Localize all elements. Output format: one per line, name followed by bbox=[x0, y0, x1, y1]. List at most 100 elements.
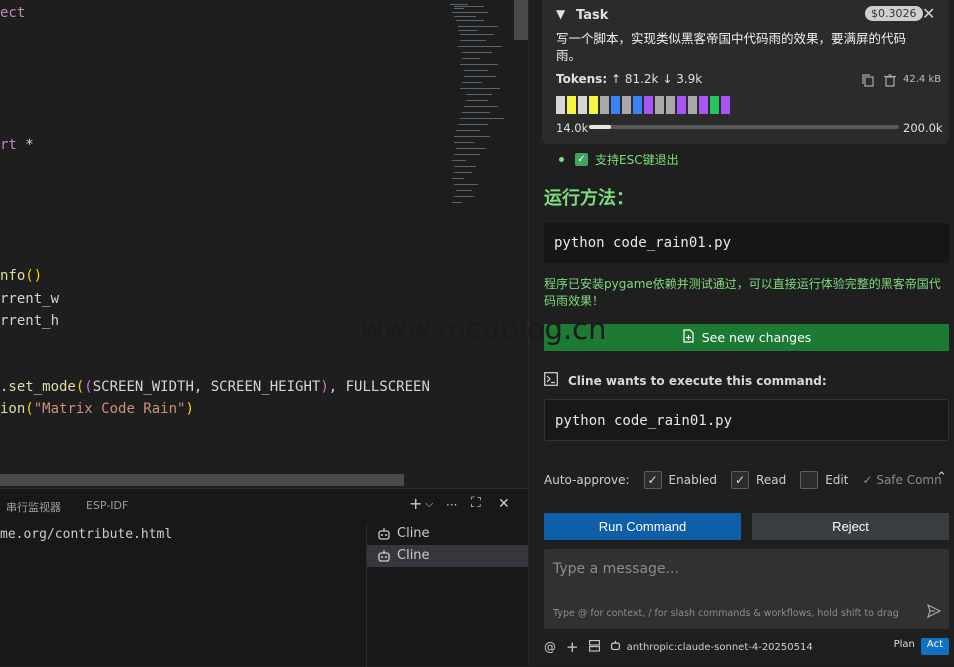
message-input[interactable]: Type a message... Type @ for context, / … bbox=[544, 549, 949, 629]
edit-label: Edit bbox=[825, 473, 849, 487]
minimap-line bbox=[454, 6, 484, 7]
terminal-item-active[interactable]: Cline bbox=[367, 545, 528, 567]
minimap-line bbox=[458, 46, 502, 47]
code-token: ) bbox=[320, 379, 329, 395]
minimap-line bbox=[462, 82, 482, 83]
minimap-line bbox=[464, 76, 496, 77]
context-window-bar bbox=[589, 125, 899, 129]
minimap-line bbox=[454, 184, 478, 185]
server-icon[interactable] bbox=[588, 639, 600, 655]
plan-mode-button[interactable]: Plan bbox=[887, 638, 921, 655]
enabled-label: Enabled bbox=[668, 473, 718, 487]
code-editor[interactable]: ect rt * nfo() rrent_w rrent_h .set_mode((SCR… bbox=[0, 0, 528, 488]
send-icon[interactable] bbox=[926, 603, 942, 622]
message-placeholder: Type a message... bbox=[553, 561, 679, 577]
command-header-text: Cline wants to execute this command: bbox=[568, 373, 827, 388]
code-token: * bbox=[16, 137, 34, 153]
model-robot-icon bbox=[610, 640, 621, 654]
model-selector[interactable]: anthropic:claude-sonnet-4-20250514 bbox=[627, 642, 813, 653]
vertical-scrollbar[interactable] bbox=[514, 0, 528, 40]
act-mode-button[interactable]: Act bbox=[920, 638, 949, 655]
code-block: python code_rain01.py bbox=[544, 223, 949, 263]
horizontal-scrollbar[interactable] bbox=[0, 474, 404, 486]
context-block bbox=[578, 96, 587, 114]
diff-icon bbox=[682, 329, 696, 346]
minimap-line bbox=[460, 88, 500, 89]
chevron-up-icon[interactable]: ⌃ bbox=[936, 470, 947, 485]
tokens-label: Tokens: bbox=[556, 72, 608, 86]
context-window-fill bbox=[589, 125, 611, 129]
code-token: SCREEN_WIDTH, SCREEN_HEIGHT bbox=[92, 379, 321, 395]
code-token: ( bbox=[25, 401, 34, 417]
more-icon[interactable]: ··· bbox=[446, 498, 457, 512]
terminal-label: Cline bbox=[397, 526, 430, 541]
chevron-down-icon[interactable]: ⌵ bbox=[425, 497, 433, 511]
minimap-line bbox=[454, 154, 480, 155]
at-mention-icon[interactable]: @ bbox=[544, 640, 556, 654]
close-icon[interactable]: ✕ bbox=[498, 496, 510, 512]
add-terminal-icon[interactable]: + bbox=[409, 494, 422, 513]
maximize-icon[interactable]: ⛶ bbox=[471, 495, 481, 511]
minimap-line bbox=[460, 118, 504, 119]
context-block bbox=[611, 96, 620, 114]
terminal-item[interactable]: Cline bbox=[367, 523, 528, 545]
close-icon[interactable]: ✕ bbox=[922, 4, 935, 23]
context-block bbox=[677, 96, 686, 114]
code-token: ( bbox=[84, 379, 93, 395]
tokens-in: ↑ 81.2k bbox=[610, 72, 659, 86]
terminal-output: me.org/contribute.html bbox=[0, 527, 173, 542]
minimap-line bbox=[460, 34, 494, 35]
context-block bbox=[633, 96, 642, 114]
chevron-down-icon[interactable]: ▼ bbox=[556, 7, 565, 21]
run-heading: 运行方法： bbox=[544, 188, 634, 209]
code-token: rrent_w bbox=[0, 291, 60, 307]
trash-icon[interactable] bbox=[884, 72, 896, 91]
code-token: rrent_h bbox=[0, 313, 60, 329]
message-hint: Type @ for context, / for slash commands… bbox=[553, 608, 898, 619]
code-token: ect bbox=[0, 5, 26, 21]
reject-button[interactable]: Reject bbox=[752, 513, 949, 540]
bullet bbox=[559, 157, 564, 162]
watermark: www.mcublog.cn bbox=[360, 312, 607, 346]
code-line: ion("Matrix Code Rain") bbox=[0, 399, 194, 419]
context-block bbox=[710, 96, 719, 114]
minimap-line bbox=[454, 166, 476, 167]
minimap-line bbox=[452, 202, 462, 203]
minimap-line bbox=[456, 20, 484, 21]
tab-serial-monitor[interactable]: 串行监视器 bbox=[6, 499, 61, 515]
copy-icon[interactable] bbox=[862, 72, 874, 91]
minimap-line bbox=[454, 142, 474, 143]
code-line: rt * bbox=[0, 135, 34, 155]
minimap-line bbox=[454, 8, 464, 9]
code-line: rrent_w bbox=[0, 289, 59, 309]
task-title: Task bbox=[576, 8, 609, 23]
success-text: 程序已安装pygame依赖并测试通过，可以直接运行体验完整的黑客帝国代码雨效果！ bbox=[544, 277, 941, 308]
minimap-line bbox=[452, 160, 466, 161]
task-size: 42.4 kB bbox=[903, 74, 942, 85]
minimap-line bbox=[450, 4, 468, 5]
minimap-line bbox=[464, 106, 498, 107]
minimap-line bbox=[458, 124, 488, 125]
context-block bbox=[556, 96, 565, 114]
read-checkbox[interactable]: ✓ bbox=[731, 471, 750, 489]
terminal-label: Cline bbox=[397, 548, 430, 563]
context-block bbox=[589, 96, 598, 114]
enabled-checkbox[interactable]: ✓ bbox=[643, 471, 662, 489]
minimap-line bbox=[462, 52, 492, 53]
checklist-item: ✓ 支持ESC键退出 bbox=[559, 151, 679, 168]
code-line: .set_mode((SCREEN_WIDTH, SCREEN_HEIGHT),… bbox=[0, 377, 430, 397]
plan-act-toggle[interactable]: Plan Act bbox=[887, 638, 949, 655]
minimap-line bbox=[452, 178, 464, 179]
auto-approve-row[interactable]: Auto-approve: ✓ Enabled ✓ Read Edit ✓ Sa… bbox=[544, 469, 949, 491]
tab-esp-idf[interactable]: ESP-IDF bbox=[86, 499, 128, 512]
command-header: Cline wants to execute this command: bbox=[544, 372, 827, 389]
minimap[interactable] bbox=[448, 0, 514, 220]
edit-checkbox[interactable] bbox=[800, 471, 819, 489]
see-new-changes-label: See new changes bbox=[701, 330, 812, 345]
run-command-button[interactable]: Run Command bbox=[544, 513, 741, 540]
plus-icon[interactable]: + bbox=[566, 638, 579, 656]
context-block bbox=[644, 96, 653, 114]
task-text: 写一个脚本，实现类似黑客帝国中代码雨的效果，要满屏的代码雨。 bbox=[556, 31, 907, 63]
command-block: python code_rain01.py bbox=[544, 399, 949, 441]
code-token: () bbox=[25, 268, 43, 284]
